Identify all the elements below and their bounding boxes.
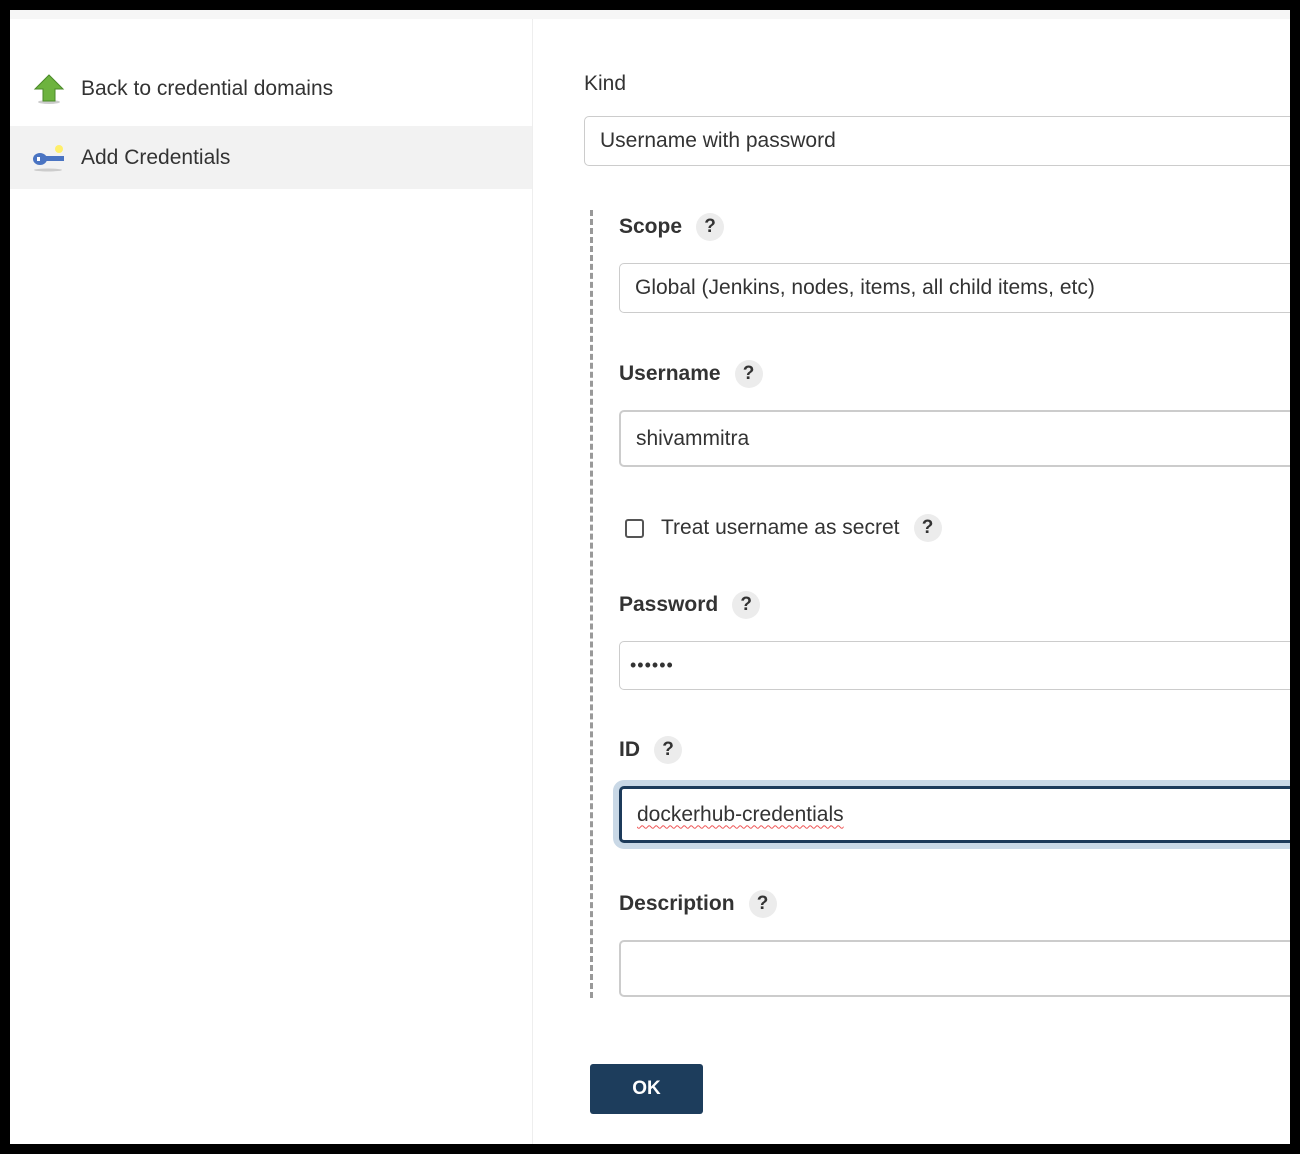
sidebar-item-label: Add Credentials <box>81 145 231 169</box>
help-icon[interactable]: ? <box>654 736 682 764</box>
help-icon[interactable]: ? <box>696 213 725 241</box>
sidebar-item-add-credentials[interactable]: Add Credentials <box>10 126 532 189</box>
help-icon[interactable]: ? <box>913 514 942 542</box>
page: Back to credential domains Add Credentia… <box>10 10 1290 1144</box>
kind-label: Kind <box>584 72 627 95</box>
password-label-text: Password <box>619 593 719 616</box>
ok-button[interactable]: OK <box>590 1064 703 1114</box>
id-label: ID? <box>619 736 682 764</box>
treat-secret-row: Treat username as secret? <box>625 514 942 542</box>
id-input[interactable]: dockerhub-credentials <box>619 786 1290 843</box>
description-label: Description? <box>619 890 777 918</box>
sidebar: Back to credential domains Add Credentia… <box>10 19 533 1144</box>
kind-select[interactable]: Username with password <box>584 116 1290 166</box>
treat-secret-label[interactable]: Treat username as secret <box>661 516 900 540</box>
sidebar-item-label: Back to credential domains <box>81 76 334 100</box>
scope-label: Scope? <box>619 213 725 241</box>
username-label-text: Username <box>619 362 721 385</box>
password-input[interactable]: •••••• <box>619 641 1290 690</box>
help-icon[interactable]: ? <box>732 591 761 619</box>
section-divider <box>590 210 593 998</box>
id-input-value: dockerhub-credentials <box>637 802 844 826</box>
id-label-text: ID <box>619 738 640 761</box>
treat-secret-checkbox[interactable] <box>625 518 644 538</box>
up-arrow-icon <box>32 72 66 106</box>
username-input[interactable]: shivammitra <box>619 410 1290 467</box>
top-strip <box>10 10 1290 19</box>
password-label: Password? <box>619 591 761 619</box>
scope-select[interactable]: Global (Jenkins, nodes, items, all child… <box>619 263 1290 313</box>
description-input[interactable] <box>619 940 1290 997</box>
help-icon[interactable]: ? <box>748 890 777 918</box>
scope-label-text: Scope <box>619 215 683 238</box>
username-label: Username? <box>619 360 763 388</box>
key-icon <box>32 141 66 175</box>
sidebar-item-back[interactable]: Back to credential domains <box>10 57 532 120</box>
help-icon[interactable]: ? <box>734 360 763 388</box>
description-label-text: Description <box>619 892 735 915</box>
